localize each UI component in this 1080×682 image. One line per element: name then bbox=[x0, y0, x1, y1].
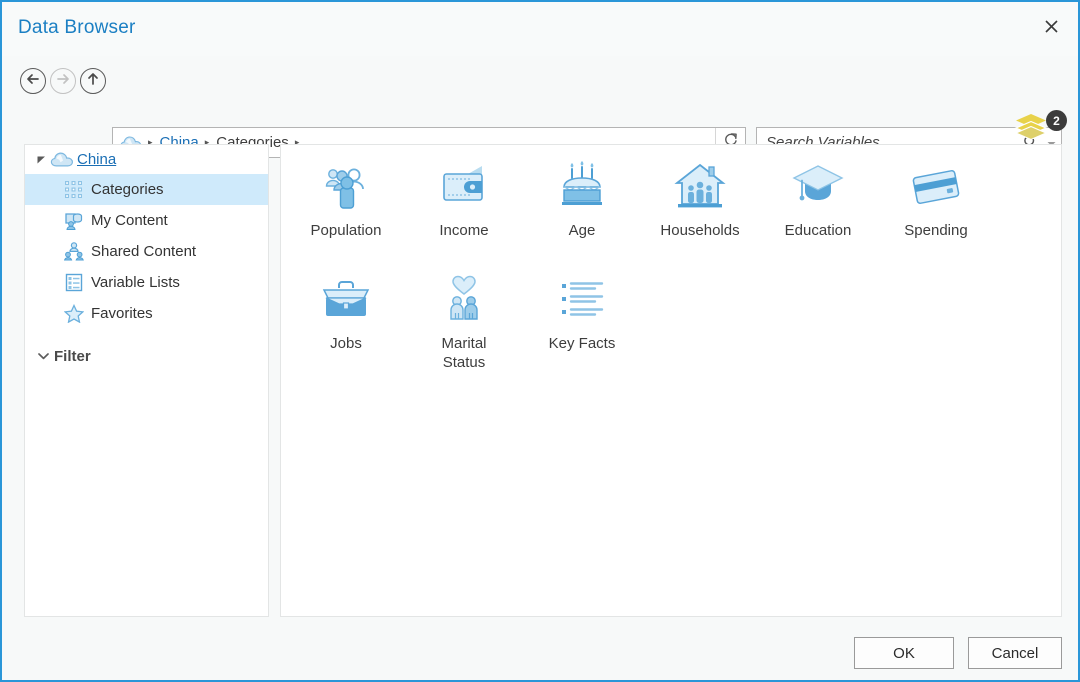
close-icon bbox=[1044, 19, 1059, 34]
data-browser-dialog: Data Browser ▸ China ▸ Categories ▸ Sear… bbox=[0, 0, 1080, 682]
filter-section-toggle[interactable]: Filter bbox=[25, 343, 268, 369]
sidebar-item-label: Variable Lists bbox=[91, 274, 180, 291]
shared-content-icon bbox=[61, 241, 86, 263]
tile-label: Key Facts bbox=[548, 335, 616, 352]
navigation-bar: ▸ China ▸ Categories ▸ bbox=[2, 56, 1078, 158]
triangle-expanded-icon[interactable] bbox=[33, 155, 49, 164]
people-group-icon bbox=[320, 159, 372, 215]
birthday-cake-icon bbox=[556, 159, 608, 215]
tile-label: Spending bbox=[904, 222, 968, 239]
star-icon bbox=[61, 303, 86, 325]
sidebar-item-label: Categories bbox=[91, 181, 164, 198]
tile-grid: Population Income Age Households Educati… bbox=[281, 145, 1061, 379]
layers-count-badge: 2 bbox=[1046, 110, 1067, 131]
list-panel-icon bbox=[61, 272, 86, 294]
tile-spending[interactable]: Spending bbox=[877, 153, 995, 266]
cloud-icon bbox=[49, 151, 75, 168]
sidebar-tree-panel: China Categories My Content Shared Conte… bbox=[24, 144, 269, 617]
category-tiles-panel: Population Income Age Households Educati… bbox=[280, 144, 1062, 617]
cancel-button[interactable]: Cancel bbox=[968, 637, 1062, 669]
tile-key-facts[interactable]: Key Facts bbox=[523, 266, 641, 379]
tile-marital-status[interactable]: Marital Status bbox=[405, 266, 523, 379]
sidebar-item-label: My Content bbox=[91, 212, 168, 229]
tile-label: Population bbox=[310, 222, 382, 239]
tile-households[interactable]: Households bbox=[641, 153, 759, 266]
wallet-icon bbox=[438, 159, 490, 215]
arrow-left-circle-icon bbox=[25, 72, 41, 91]
credit-card-icon bbox=[910, 159, 962, 215]
briefcase-icon bbox=[320, 272, 372, 328]
sidebar-item-variable-lists[interactable]: Variable Lists bbox=[25, 267, 268, 298]
tile-label: Households bbox=[660, 222, 740, 239]
grid-dots-icon bbox=[61, 179, 86, 201]
arrow-up-circle-icon bbox=[86, 71, 100, 92]
my-content-icon bbox=[61, 210, 86, 232]
page-title: Data Browser bbox=[18, 17, 136, 38]
sidebar-item-label: Shared Content bbox=[91, 243, 197, 260]
tile-jobs[interactable]: Jobs bbox=[287, 266, 405, 379]
chevron-down-icon bbox=[35, 352, 51, 360]
cancel-button-label: Cancel bbox=[991, 644, 1039, 662]
bullet-list-icon bbox=[558, 272, 606, 328]
sidebar-item-china[interactable]: China bbox=[25, 145, 268, 174]
tile-income[interactable]: Income bbox=[405, 153, 523, 266]
graduation-cap-icon bbox=[792, 159, 844, 215]
tile-label: Income bbox=[439, 222, 489, 239]
sidebar-item-my-content[interactable]: My Content bbox=[25, 205, 268, 236]
tile-population[interactable]: Population bbox=[287, 153, 405, 266]
sidebar-item-label: China bbox=[77, 151, 117, 168]
tile-label: Age bbox=[568, 222, 596, 239]
arrow-right-circle-icon bbox=[55, 72, 71, 91]
house-people-icon bbox=[674, 159, 726, 215]
tile-label: Education bbox=[784, 222, 852, 239]
sidebar-item-shared-content[interactable]: Shared Content bbox=[25, 236, 268, 267]
stacked-layers-icon bbox=[1014, 113, 1050, 144]
tile-label: Marital Status bbox=[441, 335, 487, 371]
back-button[interactable] bbox=[20, 68, 46, 94]
sidebar-item-label: Favorites bbox=[91, 305, 153, 322]
sidebar-item-favorites[interactable]: Favorites bbox=[25, 298, 268, 329]
ok-button-label: OK bbox=[893, 644, 915, 662]
close-button[interactable] bbox=[1030, 8, 1072, 44]
sidebar-item-categories[interactable]: Categories bbox=[25, 174, 268, 205]
title-bar: Data Browser bbox=[2, 2, 1078, 56]
forward-button[interactable] bbox=[50, 68, 76, 94]
up-button[interactable] bbox=[80, 68, 106, 94]
heart-couple-icon bbox=[438, 272, 490, 328]
tile-label: Jobs bbox=[330, 335, 362, 352]
filter-label: Filter bbox=[54, 347, 91, 365]
tile-education[interactable]: Education bbox=[759, 153, 877, 266]
ok-button[interactable]: OK bbox=[854, 637, 954, 669]
layers-badge[interactable]: 2 bbox=[1014, 110, 1068, 141]
tile-age[interactable]: Age bbox=[523, 153, 641, 266]
